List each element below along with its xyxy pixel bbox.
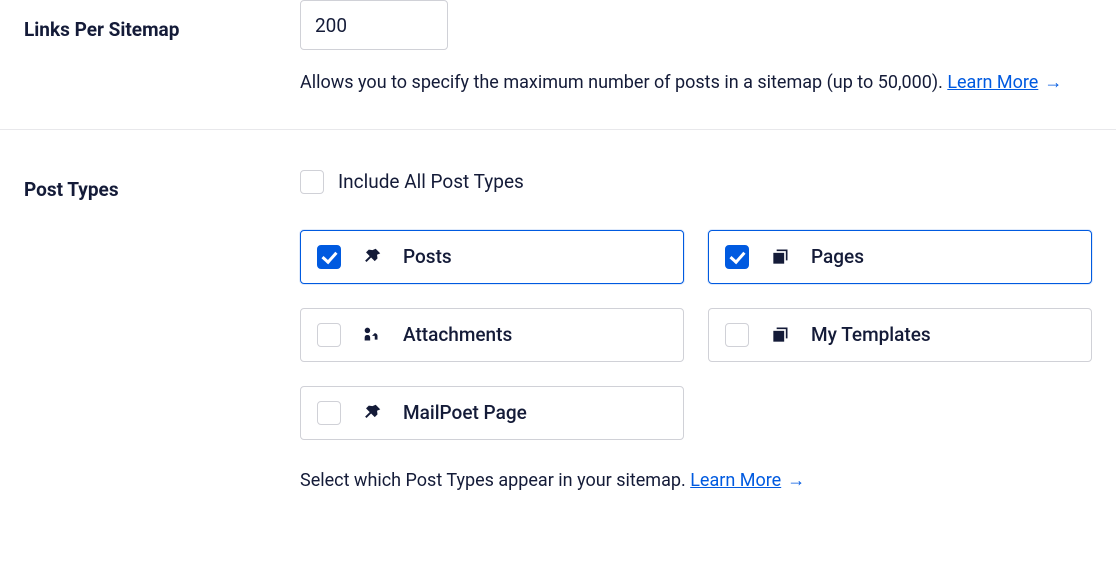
post-type-card[interactable]: Attachments xyxy=(300,308,684,362)
post-type-label: Attachments xyxy=(403,323,512,346)
label-column: Post Types xyxy=(24,160,300,491)
post-type-checkbox[interactable] xyxy=(725,245,749,269)
help-text: Allows you to specify the maximum number… xyxy=(300,72,947,93)
post-type-label: My Templates xyxy=(811,323,931,346)
links-per-sitemap-label: Links Per Sitemap xyxy=(24,0,300,41)
help-text: Select which Post Types appear in your s… xyxy=(300,470,690,491)
pin-icon xyxy=(361,402,383,424)
include-all-post-types-option[interactable]: Include All Post Types xyxy=(300,170,1092,194)
field-column: Include All Post Types Posts Pages Attachm… xyxy=(300,160,1092,491)
row-links-per-sitemap: Links Per Sitemap Allows you to specify … xyxy=(0,0,1116,129)
field-column: Allows you to specify the maximum number… xyxy=(300,0,1092,99)
post-type-cards: Posts Pages Attachments My Templates MailPoe… xyxy=(300,230,1092,440)
links-per-sitemap-help: Allows you to specify the maximum number… xyxy=(300,68,1092,99)
post-type-label: MailPoet Page xyxy=(403,401,527,424)
post-type-checkbox[interactable] xyxy=(317,401,341,425)
post-type-checkbox[interactable] xyxy=(317,245,341,269)
arrow-right-icon: → xyxy=(1044,68,1062,99)
post-type-checkbox[interactable] xyxy=(725,323,749,347)
include-all-label: Include All Post Types xyxy=(338,170,524,193)
post-type-label: Posts xyxy=(403,245,452,268)
include-all-checkbox[interactable] xyxy=(300,170,324,194)
row-post-types: Post Types Include All Post Types PostsP… xyxy=(0,129,1116,521)
post-type-card[interactable]: Posts xyxy=(300,230,684,284)
media-icon xyxy=(361,324,383,346)
post-types-help: Select which Post Types appear in your s… xyxy=(300,470,1092,491)
learn-more-link[interactable]: Learn More xyxy=(947,72,1038,93)
post-type-label: Pages xyxy=(811,245,864,268)
post-type-checkbox[interactable] xyxy=(317,323,341,347)
pin-icon xyxy=(361,246,383,268)
post-type-card[interactable]: MailPoet Page xyxy=(300,386,684,440)
stack-icon xyxy=(769,246,791,268)
learn-more-link[interactable]: Learn More xyxy=(690,470,781,491)
stack-icon xyxy=(769,324,791,346)
post-type-card[interactable]: Pages xyxy=(708,230,1092,284)
arrow-right-icon: → xyxy=(787,470,805,491)
post-type-card[interactable]: My Templates xyxy=(708,308,1092,362)
links-per-sitemap-input[interactable] xyxy=(300,0,448,50)
label-column: Links Per Sitemap xyxy=(24,0,300,99)
post-types-label: Post Types xyxy=(24,160,300,201)
